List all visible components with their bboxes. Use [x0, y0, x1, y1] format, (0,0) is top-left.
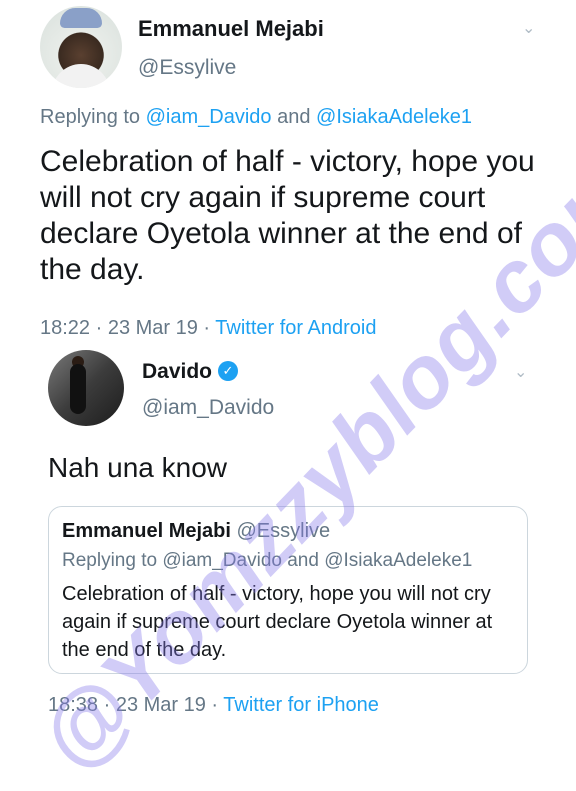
- replying-to-line: Replying to @iam_Davido and @IsiakaAdele…: [40, 106, 472, 129]
- reply-meta: 18:38 · 23 Mar 19 · Twitter for iPhone: [48, 694, 379, 717]
- reply-author-handle[interactable]: @iam_Davido: [142, 396, 274, 420]
- reply-source[interactable]: Twitter for iPhone: [223, 694, 379, 716]
- figure-body: [70, 364, 86, 414]
- mention-davido[interactable]: @iam_Davido: [146, 106, 272, 128]
- quoted-author-name: Emmanuel Mejabi: [62, 520, 231, 542]
- verified-badge-icon: ✓: [218, 361, 238, 381]
- tweet-time[interactable]: 18:22 · 23 Mar 19 ·: [40, 317, 210, 339]
- quoted-replying-line: Replying to @iam_Davido and @IsiakaAdele…: [62, 550, 473, 571]
- shirt-shape: [52, 64, 110, 88]
- reply-author-name[interactable]: Davido: [142, 360, 212, 384]
- quoted-author-handle: @Essylive: [236, 520, 331, 542]
- author-handle[interactable]: @Essylive: [138, 56, 236, 80]
- quoted-author: Emmanuel Mejabi @Essylive: [62, 520, 330, 543]
- cap-shape: [60, 8, 102, 28]
- tweet-source[interactable]: Twitter for Android: [215, 317, 376, 339]
- tweet-meta: 18:22 · 23 Mar 19 · Twitter for Android: [40, 317, 376, 340]
- quoted-text: Celebration of half - victory, hope you …: [62, 583, 493, 661]
- avatar-emmanuel[interactable]: [40, 6, 122, 88]
- mention-isiaka[interactable]: @IsiakaAdeleke1: [316, 106, 472, 128]
- reply-text: Nah una know: [48, 452, 228, 483]
- avatar-davido[interactable]: [48, 350, 124, 426]
- tweet-text: Celebration of half - victory, hope you …: [40, 145, 535, 286]
- chevron-down-icon[interactable]: ⌄: [514, 362, 527, 382]
- reply-time[interactable]: 18:38 · 23 Mar 19 ·: [48, 694, 218, 716]
- replying-and: and: [277, 106, 311, 128]
- replying-prefix: Replying to: [40, 106, 141, 128]
- chevron-down-icon[interactable]: ⌄: [522, 18, 535, 38]
- author-name[interactable]: Emmanuel Mejabi: [138, 16, 324, 42]
